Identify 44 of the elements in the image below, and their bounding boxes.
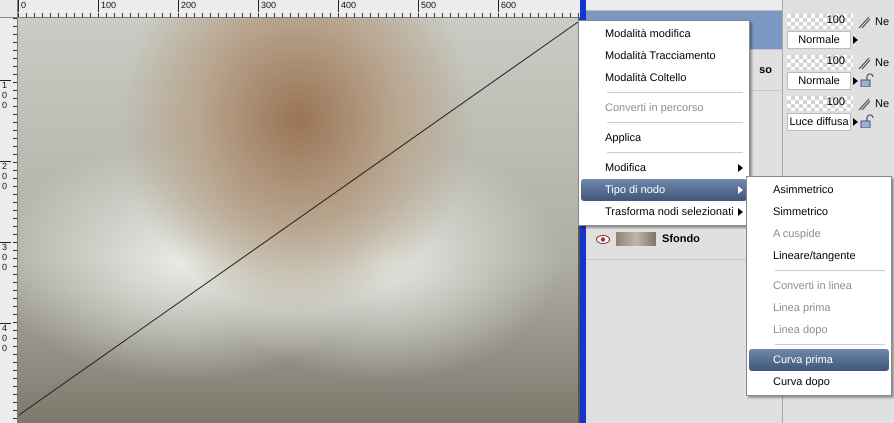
menu-item[interactable]: Modalità modifica bbox=[581, 23, 747, 45]
ruler-label: 300 bbox=[0, 242, 11, 323]
menu-item[interactable]: Curva dopo bbox=[749, 371, 889, 393]
blend-mode-dropdown[interactable]: Normale bbox=[787, 31, 851, 49]
lock-icon[interactable] bbox=[860, 72, 874, 86]
ruler-label: 400 bbox=[338, 0, 418, 12]
layer-thumbnail bbox=[616, 232, 656, 246]
ruler-label: 500 bbox=[418, 0, 498, 12]
submenu-arrow-icon bbox=[738, 208, 743, 216]
layer-name: Sfondo bbox=[662, 233, 700, 245]
ruler-label: 0 bbox=[18, 0, 98, 12]
menu-item[interactable]: Curva prima bbox=[749, 349, 889, 371]
submenu-arrow-icon bbox=[853, 77, 858, 85]
ruler-label: 400 bbox=[0, 323, 11, 404]
layer-name: so bbox=[759, 64, 772, 76]
submenu-arrow-icon bbox=[738, 186, 743, 194]
menu-item[interactable]: Applica bbox=[581, 127, 747, 149]
submenu-arrow-icon bbox=[853, 36, 858, 44]
ruler-label: 100 bbox=[0, 80, 11, 161]
ruler-label: 600 bbox=[498, 0, 578, 12]
submenu-arrow-icon bbox=[738, 164, 743, 172]
brush-icon[interactable] bbox=[857, 96, 871, 110]
ruler-label: 200 bbox=[178, 0, 258, 12]
menu-item[interactable]: Tipo di nodo bbox=[581, 179, 747, 201]
menu-item[interactable]: Modifica bbox=[581, 157, 747, 179]
blend-mode-dropdown[interactable]: Luce diffusa bbox=[787, 113, 851, 131]
opacity-field[interactable]: 100 bbox=[787, 55, 853, 70]
menu-item[interactable]: Asimmetrico bbox=[749, 179, 889, 201]
brush-icon[interactable] bbox=[857, 14, 871, 28]
brush-icon[interactable] bbox=[857, 56, 871, 70]
lock-icon[interactable] bbox=[860, 114, 874, 128]
eye-icon[interactable] bbox=[596, 234, 610, 244]
submenu-arrow-icon bbox=[853, 118, 858, 126]
link-label: Ne bbox=[875, 98, 890, 110]
opacity-field[interactable]: 100 bbox=[787, 96, 853, 111]
menu-item[interactable]: Modalità Tracciamento bbox=[581, 45, 747, 67]
link-label: Ne bbox=[875, 56, 890, 68]
ruler-label: 300 bbox=[258, 0, 338, 12]
menu-item[interactable]: Modalità Coltello bbox=[581, 67, 747, 89]
link-label: Ne bbox=[875, 16, 890, 28]
ruler-label: 200 bbox=[0, 161, 11, 242]
opacity-field[interactable]: 100 bbox=[787, 14, 853, 29]
ruler-label: 100 bbox=[98, 0, 178, 12]
blend-mode-dropdown[interactable]: Normale bbox=[787, 72, 851, 90]
